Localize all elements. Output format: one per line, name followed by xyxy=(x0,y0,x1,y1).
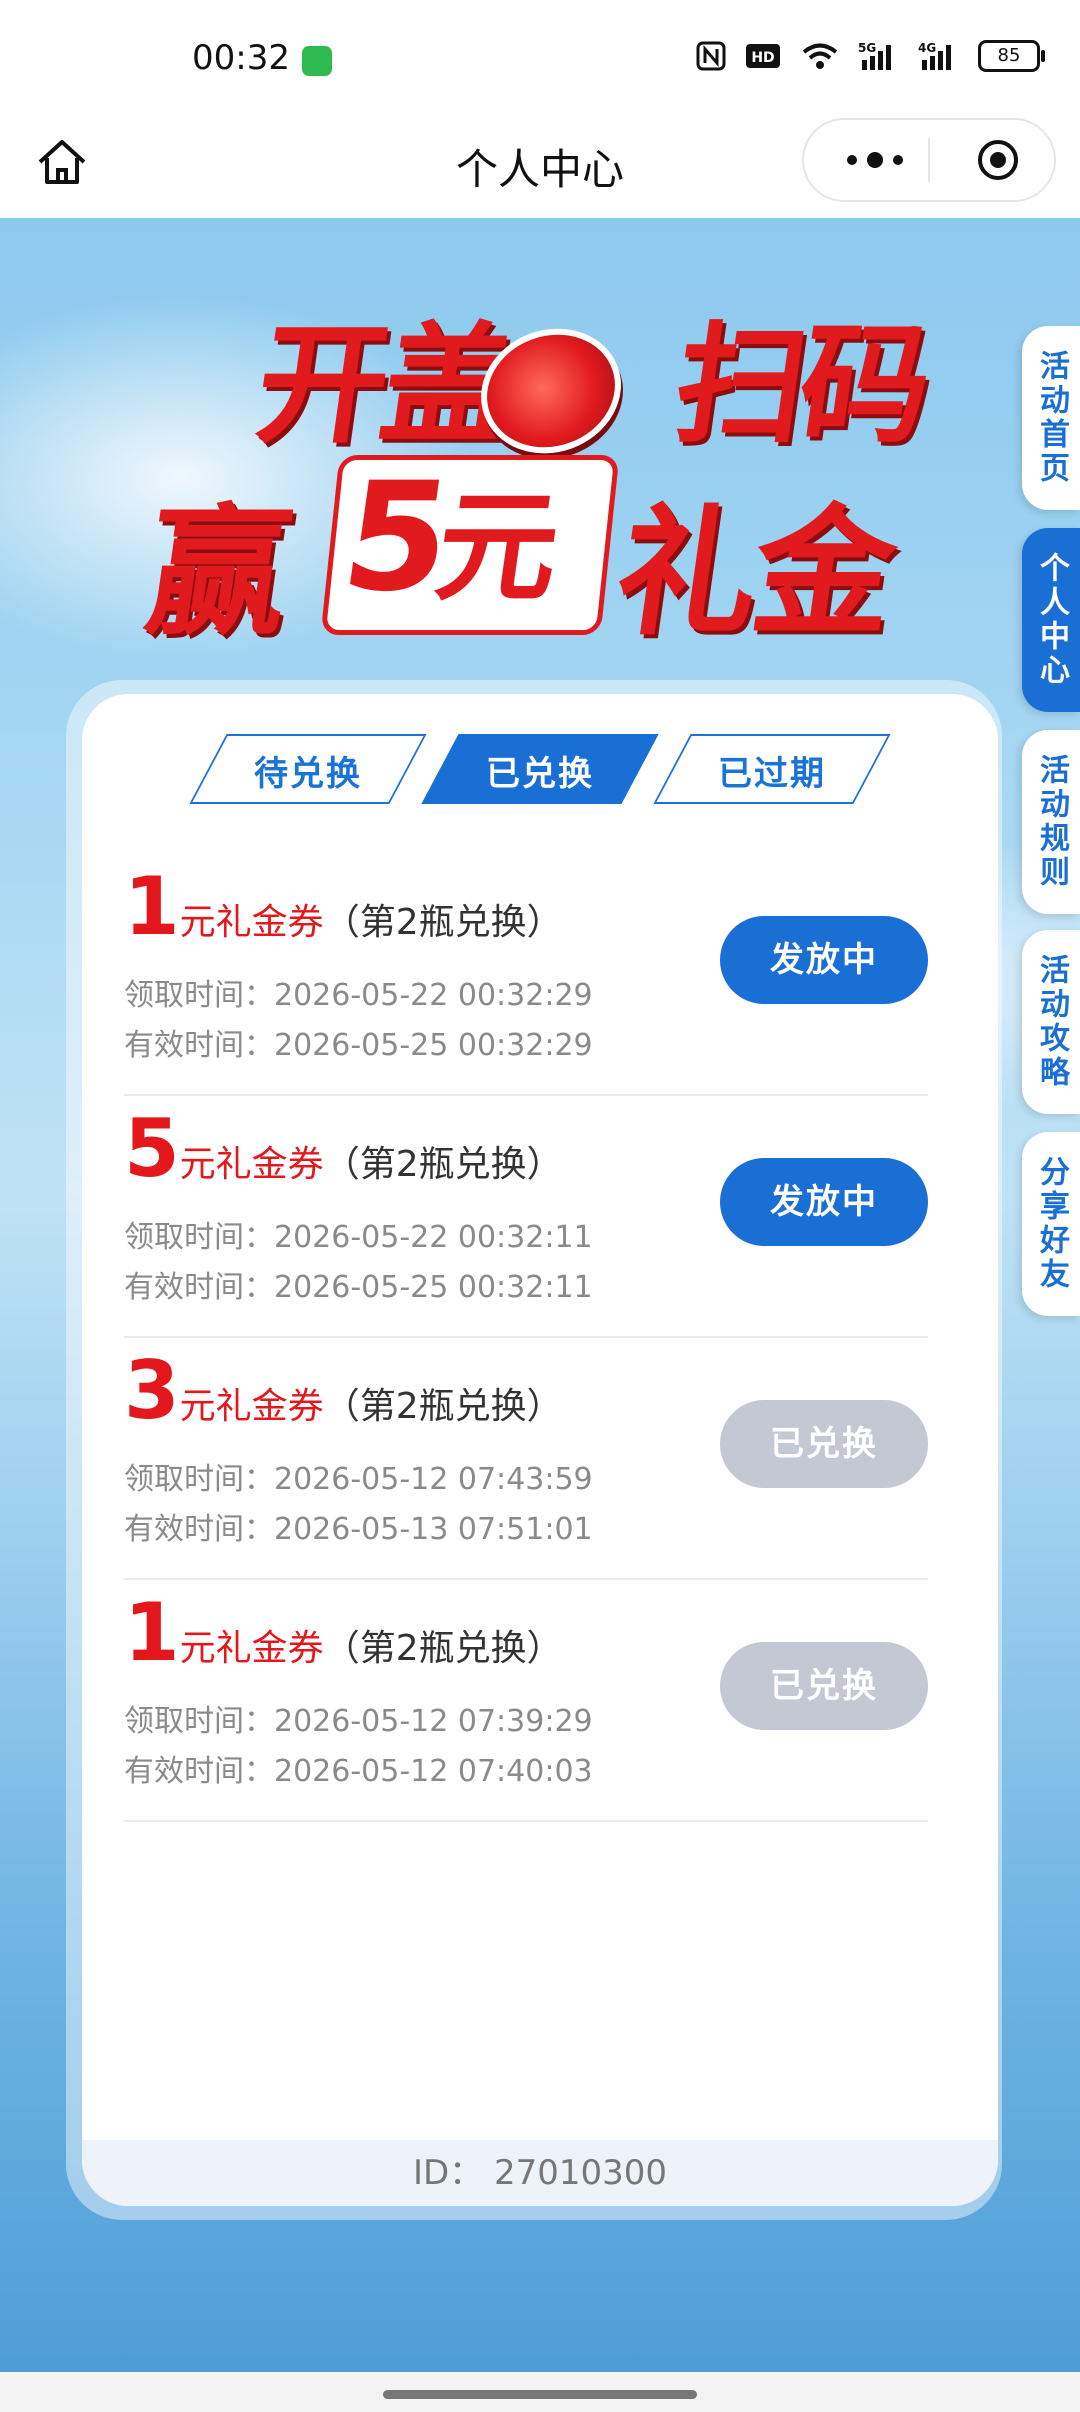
svg-text:4G: 4G xyxy=(918,41,936,55)
side-tab-guide[interactable]: 活动攻略 xyxy=(1022,930,1080,1114)
coupon-note: （第2瓶兑换） xyxy=(323,1144,563,1185)
coupon-unit: 元礼金券 xyxy=(179,1144,324,1185)
coupon-item: 1元礼金券（第2瓶兑换） 领取时间：2026-05-22 00:32:29 有效… xyxy=(124,854,928,1096)
hd-icon: HD xyxy=(746,44,780,68)
mini-program-capsule xyxy=(802,118,1056,202)
coupon-item: 5元礼金券（第2瓶兑换） 领取时间：2026-05-22 00:32:11 有效… xyxy=(124,1096,928,1338)
coupon-note: （第2瓶兑换） xyxy=(323,902,563,943)
claim-time: 领取时间：2026-05-12 07:43:59 xyxy=(124,1462,593,1497)
target-icon[interactable] xyxy=(976,138,1020,182)
status-bar: 00:32 HD 5G 4G 85 xyxy=(0,0,1080,118)
signal-4g-icon: 4G xyxy=(918,41,951,70)
side-tab-profile[interactable]: 个人中心 xyxy=(1022,528,1080,712)
banner-gift-text: 礼金 xyxy=(606,492,902,655)
coupon-unit: 元礼金券 xyxy=(179,1628,324,1669)
status-time: 00:32 xyxy=(192,38,290,78)
status-button[interactable]: 发放中 xyxy=(720,1158,928,1246)
status-tabs: 待兑换 已兑换 已过期 xyxy=(189,734,891,808)
home-indicator[interactable] xyxy=(383,2390,697,2399)
promo-banner: 开盖 扫码 赢 5元 礼金 xyxy=(137,280,935,660)
tab-expired[interactable]: 已过期 xyxy=(653,734,891,804)
side-tab-home[interactable]: 活动首页 xyxy=(1022,326,1080,510)
valid-time: 有效时间：2026-05-12 07:40:03 xyxy=(124,1754,593,1789)
claim-time: 领取时间：2026-05-12 07:39:29 xyxy=(124,1704,593,1739)
status-icons: HD 5G 4G 85 xyxy=(696,40,1045,72)
wifi-icon xyxy=(802,43,838,69)
side-tab-share[interactable]: 分享好友 xyxy=(1022,1132,1080,1316)
message-app-icon xyxy=(302,46,332,76)
coupon-unit: 元礼金券 xyxy=(179,1386,324,1427)
coupon-note: （第2瓶兑换） xyxy=(323,1628,563,1669)
coupon-amount: 5 xyxy=(124,1102,180,1195)
side-tab-rules[interactable]: 活动规则 xyxy=(1022,730,1080,914)
more-icon[interactable] xyxy=(840,146,910,174)
coupon-list: 1元礼金券（第2瓶兑换） 领取时间：2026-05-22 00:32:29 有效… xyxy=(124,854,928,1822)
coupon-card: 待兑换 已兑换 已过期 1元礼金券（第2瓶兑换） 领取时间：2026-05-22… xyxy=(82,694,998,2206)
valid-time: 有效时间：2026-05-25 00:32:11 xyxy=(124,1270,593,1305)
capsule-divider xyxy=(928,138,930,182)
coupon-note: （第2瓶兑换） xyxy=(323,1386,563,1427)
banner-amount: 5元 xyxy=(332,451,558,625)
svg-text:HD: HD xyxy=(751,50,774,66)
banner-win-text: 赢 xyxy=(136,492,300,655)
battery-level: 85 xyxy=(997,45,1021,66)
status-button: 已兑换 xyxy=(720,1400,928,1488)
coupon-amount: 1 xyxy=(124,1586,180,1679)
tab-redeemed[interactable]: 已兑换 xyxy=(421,734,659,804)
nfc-icon xyxy=(696,41,726,71)
coupon-item: 1元礼金券（第2瓶兑换） 领取时间：2026-05-12 07:39:29 有效… xyxy=(124,1580,928,1822)
coupon-item: 3元礼金券（第2瓶兑换） 领取时间：2026-05-12 07:43:59 有效… xyxy=(124,1338,928,1580)
valid-time: 有效时间：2026-05-13 07:51:01 xyxy=(124,1512,593,1547)
coupon-amount: 1 xyxy=(124,860,180,953)
coupon-amount: 3 xyxy=(124,1344,180,1437)
battery-icon: 85 xyxy=(978,40,1045,72)
status-button[interactable]: 发放中 xyxy=(720,916,928,1004)
claim-time: 领取时间：2026-05-22 00:32:11 xyxy=(124,1220,593,1255)
valid-time: 有效时间：2026-05-25 00:32:29 xyxy=(124,1028,593,1063)
coupon-unit: 元礼金券 xyxy=(179,902,324,943)
tab-pending[interactable]: 待兑换 xyxy=(189,734,427,804)
svg-text:5G: 5G xyxy=(858,41,876,55)
signal-5g-icon: 5G xyxy=(858,41,891,70)
user-id: ID： 27010300 xyxy=(82,2140,998,2206)
status-button: 已兑换 xyxy=(720,1642,928,1730)
claim-time: 领取时间：2026-05-22 00:32:29 xyxy=(124,978,593,1013)
nav-bar: 个人中心 xyxy=(0,118,1080,218)
